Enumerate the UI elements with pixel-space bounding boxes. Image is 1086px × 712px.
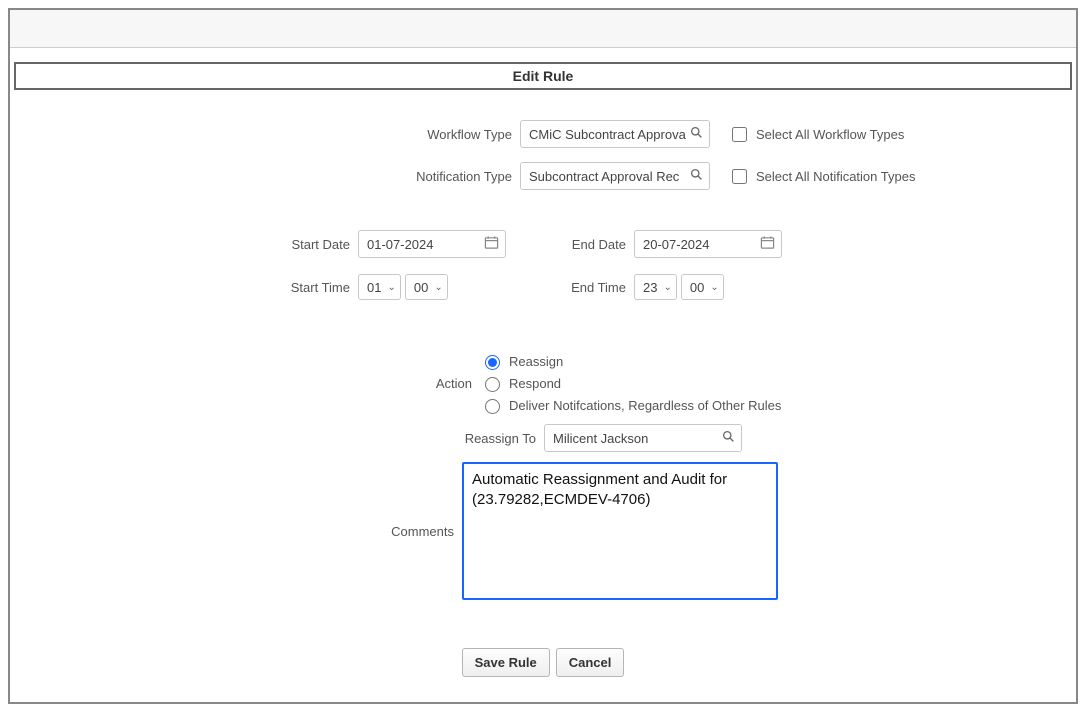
end-time-label: End Time [506,280,634,295]
calendar-icon[interactable] [484,235,499,253]
form-area: Workflow Type CMiC Subcontract Approva S… [10,90,1076,677]
action-reassign-radio[interactable]: Reassign [480,352,781,370]
action-radio-group: Reassign Respond Deliver Notifcations, R… [480,352,781,414]
chevron-down-icon: ⌄ [434,282,442,293]
start-time-minute-select[interactable]: 00 ⌄ [405,274,448,300]
select-all-notification-label: Select All Notification Types [756,169,915,184]
search-icon[interactable] [690,126,703,142]
button-row: Save Rule Cancel [30,648,1056,677]
save-rule-button[interactable]: Save Rule [462,648,550,677]
start-time-minute-value: 00 [414,280,428,295]
page-title: Edit Rule [14,62,1072,90]
select-all-workflow-checkbox-input[interactable] [732,127,747,142]
action-respond-label: Respond [509,376,561,391]
reassign-to-input[interactable]: Milicent Jackson [544,424,742,452]
workflow-type-input[interactable]: CMiC Subcontract Approva [520,120,710,148]
select-all-notification-checkbox[interactable]: Select All Notification Types [728,166,915,187]
action-reassign-label: Reassign [509,354,563,369]
workflow-type-label: Workflow Type [30,127,520,142]
comments-label: Comments [30,524,462,539]
action-deliver-radio[interactable]: Deliver Notifcations, Regardless of Othe… [480,396,781,414]
start-date-input[interactable]: 01-07-2024 [358,230,506,258]
cancel-button[interactable]: Cancel [556,648,625,677]
start-date-label: Start Date [30,237,358,252]
chevron-down-icon: ⌄ [663,282,671,293]
notification-type-value: Subcontract Approval Rec [529,169,686,184]
end-time-minute-select[interactable]: 00 ⌄ [681,274,724,300]
notification-type-input[interactable]: Subcontract Approval Rec [520,162,710,190]
workflow-type-value: CMiC Subcontract Approva [529,127,686,142]
end-date-input[interactable]: 20-07-2024 [634,230,782,258]
end-date-label: End Date [506,237,634,252]
start-time-hour-select[interactable]: 01 ⌄ [358,274,401,300]
end-time-hour-value: 23 [643,280,657,295]
window-frame: Edit Rule Workflow Type CMiC Subcontract… [8,8,1078,704]
chevron-down-icon: ⌄ [710,282,718,293]
action-deliver-label: Deliver Notifcations, Regardless of Othe… [509,398,781,413]
action-deliver-input[interactable] [485,399,500,414]
end-time-minute-value: 00 [690,280,704,295]
end-date-value: 20-07-2024 [643,237,760,252]
start-time-hour-value: 01 [367,280,381,295]
select-all-workflow-label: Select All Workflow Types [756,127,904,142]
select-all-workflow-checkbox[interactable]: Select All Workflow Types [728,124,904,145]
select-all-notification-checkbox-input[interactable] [732,169,747,184]
action-label: Action [30,376,480,391]
window-toolbar-spacer [10,10,1076,48]
chevron-down-icon: ⌄ [387,282,395,293]
comments-textarea[interactable] [462,462,778,600]
action-respond-input[interactable] [485,377,500,392]
start-time-label: Start Time [30,280,358,295]
reassign-to-label: Reassign To [30,431,544,446]
search-icon[interactable] [690,168,703,184]
reassign-to-value: Milicent Jackson [553,431,718,446]
action-reassign-input[interactable] [485,355,500,370]
start-date-value: 01-07-2024 [367,237,484,252]
notification-type-label: Notification Type [30,169,520,184]
page-title-text: Edit Rule [513,68,574,84]
calendar-icon[interactable] [760,235,775,253]
search-icon[interactable] [722,430,735,446]
action-respond-radio[interactable]: Respond [480,374,781,392]
end-time-hour-select[interactable]: 23 ⌄ [634,274,677,300]
